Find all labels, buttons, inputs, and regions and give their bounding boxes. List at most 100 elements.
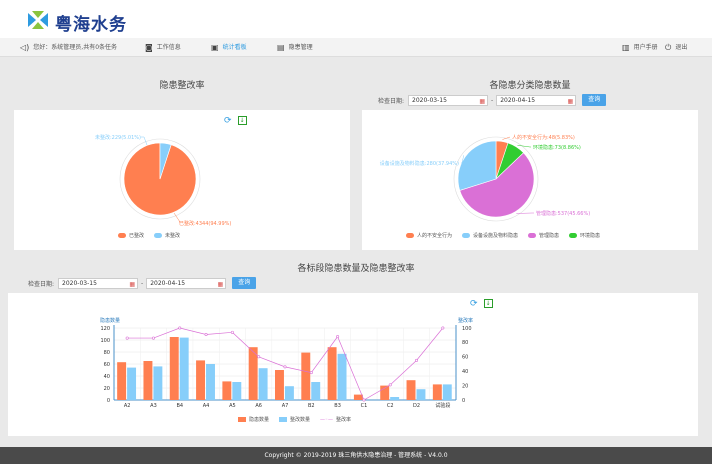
- legend-hazard-count-label: 隐患数量: [249, 417, 270, 423]
- section-date-to[interactable]: 2020-04-15 ▦: [146, 277, 227, 289]
- y-right-axis-label: 整改率: [458, 317, 473, 324]
- bar-hazard-count[interactable]: [248, 347, 258, 400]
- x-tick-label: A7: [282, 403, 289, 409]
- category-date-to[interactable]: 2020-04-15 ▦: [496, 94, 577, 106]
- legend-rectify-rate-label: 整改率: [335, 417, 351, 423]
- rate-point[interactable]: [283, 365, 287, 369]
- greeting-notice[interactable]: ◁) 您好：系统管理员,共有0条任务: [20, 38, 117, 57]
- category-query-button[interactable]: 查询: [582, 94, 607, 106]
- legend-unsafe-behavior[interactable]: 人的不安全行为: [406, 232, 452, 239]
- rate-point[interactable]: [257, 355, 261, 359]
- y-right-tick-label: 40: [462, 369, 468, 375]
- bar-rectified-count[interactable]: [206, 364, 215, 400]
- bar-rectified-count[interactable]: [258, 368, 268, 400]
- legend-rectified-count[interactable]: 整改数量: [279, 416, 310, 423]
- bar-rectified-count[interactable]: [311, 382, 321, 400]
- page-footer: Copyright © 2019-2019 珠三角供水隐患治理 - 管理系统 -…: [0, 447, 712, 464]
- nav-hazard-mgmt[interactable]: ▤ 隐患管理: [277, 38, 313, 57]
- category-date-from[interactable]: 2020-03-15 ▦: [408, 94, 489, 106]
- legend-rectified-count-label: 整改数量: [290, 417, 311, 423]
- legend-rectified[interactable]: 已整改: [118, 232, 144, 239]
- pie-slice-label: 已整改:4344(94.99%): [179, 220, 231, 227]
- nav-logout-label: 退出: [675, 44, 688, 51]
- category-date-filter: 检查日期: 2020-03-15 ▦ - 2020-04-15 ▦ 查询: [378, 94, 607, 106]
- rate-point[interactable]: [178, 326, 182, 330]
- book-icon: ▥: [622, 43, 630, 52]
- bar-hazard-count[interactable]: [196, 360, 206, 400]
- date-range-dash: -: [491, 96, 494, 104]
- y-right-tick-label: 80: [462, 340, 468, 346]
- bar-hazard-count[interactable]: [353, 394, 363, 400]
- section-query-button[interactable]: 查询: [232, 277, 257, 289]
- category-legend: 人的不安全行为 设备设施及物料隐患 管理隐患 环境隐患: [406, 232, 600, 239]
- nav-work-info[interactable]: ◙ 工作信息: [145, 38, 181, 57]
- legend-equipment[interactable]: 设备设施及物料隐患: [462, 232, 518, 239]
- x-tick-label: A4: [203, 403, 210, 409]
- greeting-text: 您好：系统管理员,共有0条任务: [33, 44, 118, 51]
- bar-rectified-count[interactable]: [390, 397, 400, 400]
- legend-environment-label: 环境隐患: [580, 233, 601, 239]
- bar-hazard-count[interactable]: [275, 370, 284, 400]
- bar-rectified-count[interactable]: [179, 337, 189, 400]
- rate-point[interactable]: [441, 326, 445, 330]
- y-left-tick-label: 20: [104, 386, 110, 392]
- calendar-icon: ▦: [217, 280, 224, 288]
- rate-point[interactable]: [388, 383, 392, 387]
- y-left-tick-label: 40: [104, 374, 110, 380]
- x-tick-label: D2: [413, 403, 420, 409]
- x-tick-label: A5: [229, 403, 236, 409]
- bar-hazard-count[interactable]: [143, 361, 153, 400]
- bar-rectified-count[interactable]: [153, 366, 163, 400]
- y-left-tick-label: 80: [104, 350, 110, 356]
- legend-unrectified[interactable]: 未整改: [154, 232, 180, 239]
- pie-slice-label: 环境隐患:73(8.86%): [533, 144, 581, 151]
- bar-hazard-count[interactable]: [222, 381, 232, 400]
- pie-slice-label: 管理隐患:537(45.66%): [536, 210, 590, 217]
- y-left-axis-label: 隐患数量: [100, 317, 120, 324]
- legend-hazard-count[interactable]: 隐患数量: [238, 416, 269, 423]
- bar-rectified-count[interactable]: [232, 382, 242, 400]
- bar-hazard-count[interactable]: [406, 380, 416, 400]
- y-right-tick-label: 20: [462, 383, 468, 389]
- rectify-pie-chart: 已整改:4344(94.99%) 未整改:229(5.01%): [95, 134, 231, 227]
- legend-rectified-label: 已整改: [129, 233, 145, 239]
- x-tick-label: B2: [308, 403, 315, 409]
- rate-point[interactable]: [125, 336, 129, 340]
- app-header: 粤海水务: [0, 0, 712, 38]
- nav-stats[interactable]: ▣ 统计看板: [211, 38, 247, 57]
- rate-point[interactable]: [415, 358, 419, 362]
- bar-hazard-count[interactable]: [432, 384, 442, 400]
- nav-logout[interactable]: ⏻ 退出: [665, 38, 687, 57]
- dashboard-icon: ▣: [211, 43, 219, 52]
- date-range-dash: -: [141, 279, 144, 287]
- y-left-tick-label: 120: [100, 326, 110, 332]
- nav-user-manual[interactable]: ▥ 用户手册: [622, 38, 658, 57]
- bar-hazard-count[interactable]: [169, 337, 179, 400]
- bar-hazard-count[interactable]: [301, 352, 311, 400]
- bar-rectified-count[interactable]: [416, 389, 426, 400]
- top-navbar: ◁) 您好：系统管理员,共有0条任务 ◙ 工作信息 ▣ 统计看板 ▤ 隐患管理 …: [0, 38, 712, 57]
- rate-point[interactable]: [230, 330, 234, 334]
- rate-point[interactable]: [151, 336, 155, 340]
- pie-label-line: [141, 136, 148, 146]
- legend-rectify-rate[interactable]: —◦— 整改率: [320, 416, 351, 423]
- bar-hazard-count[interactable]: [117, 362, 127, 400]
- legend-management-label: 管理隐患: [539, 233, 560, 239]
- legend-environment[interactable]: 环境隐患: [569, 232, 600, 239]
- bar-rectified-count[interactable]: [337, 353, 347, 400]
- bar-rectified-count[interactable]: [127, 367, 137, 400]
- bar-rectified-count[interactable]: [284, 386, 294, 400]
- rate-point[interactable]: [309, 371, 313, 375]
- x-tick-label: 试验段: [435, 402, 450, 409]
- bar-hazard-count[interactable]: [327, 347, 337, 400]
- section-date-from[interactable]: 2020-03-15 ▦: [58, 277, 139, 289]
- category-count-panel: 人的不安全行为:48(5.83%) 环境隐患:73(8.86%) 管理隐患:537(…: [362, 110, 698, 250]
- bar-rectified-count[interactable]: [442, 384, 452, 400]
- rate-point[interactable]: [336, 335, 340, 339]
- nav-user-manual-label: 用户手册: [633, 44, 658, 51]
- legend-management[interactable]: 管理隐患: [528, 232, 559, 239]
- legend-unrectified-label: 未整改: [165, 233, 181, 239]
- y-left-tick-label: 0: [107, 398, 110, 404]
- rate-point[interactable]: [204, 332, 208, 336]
- rate-point[interactable]: [362, 398, 366, 402]
